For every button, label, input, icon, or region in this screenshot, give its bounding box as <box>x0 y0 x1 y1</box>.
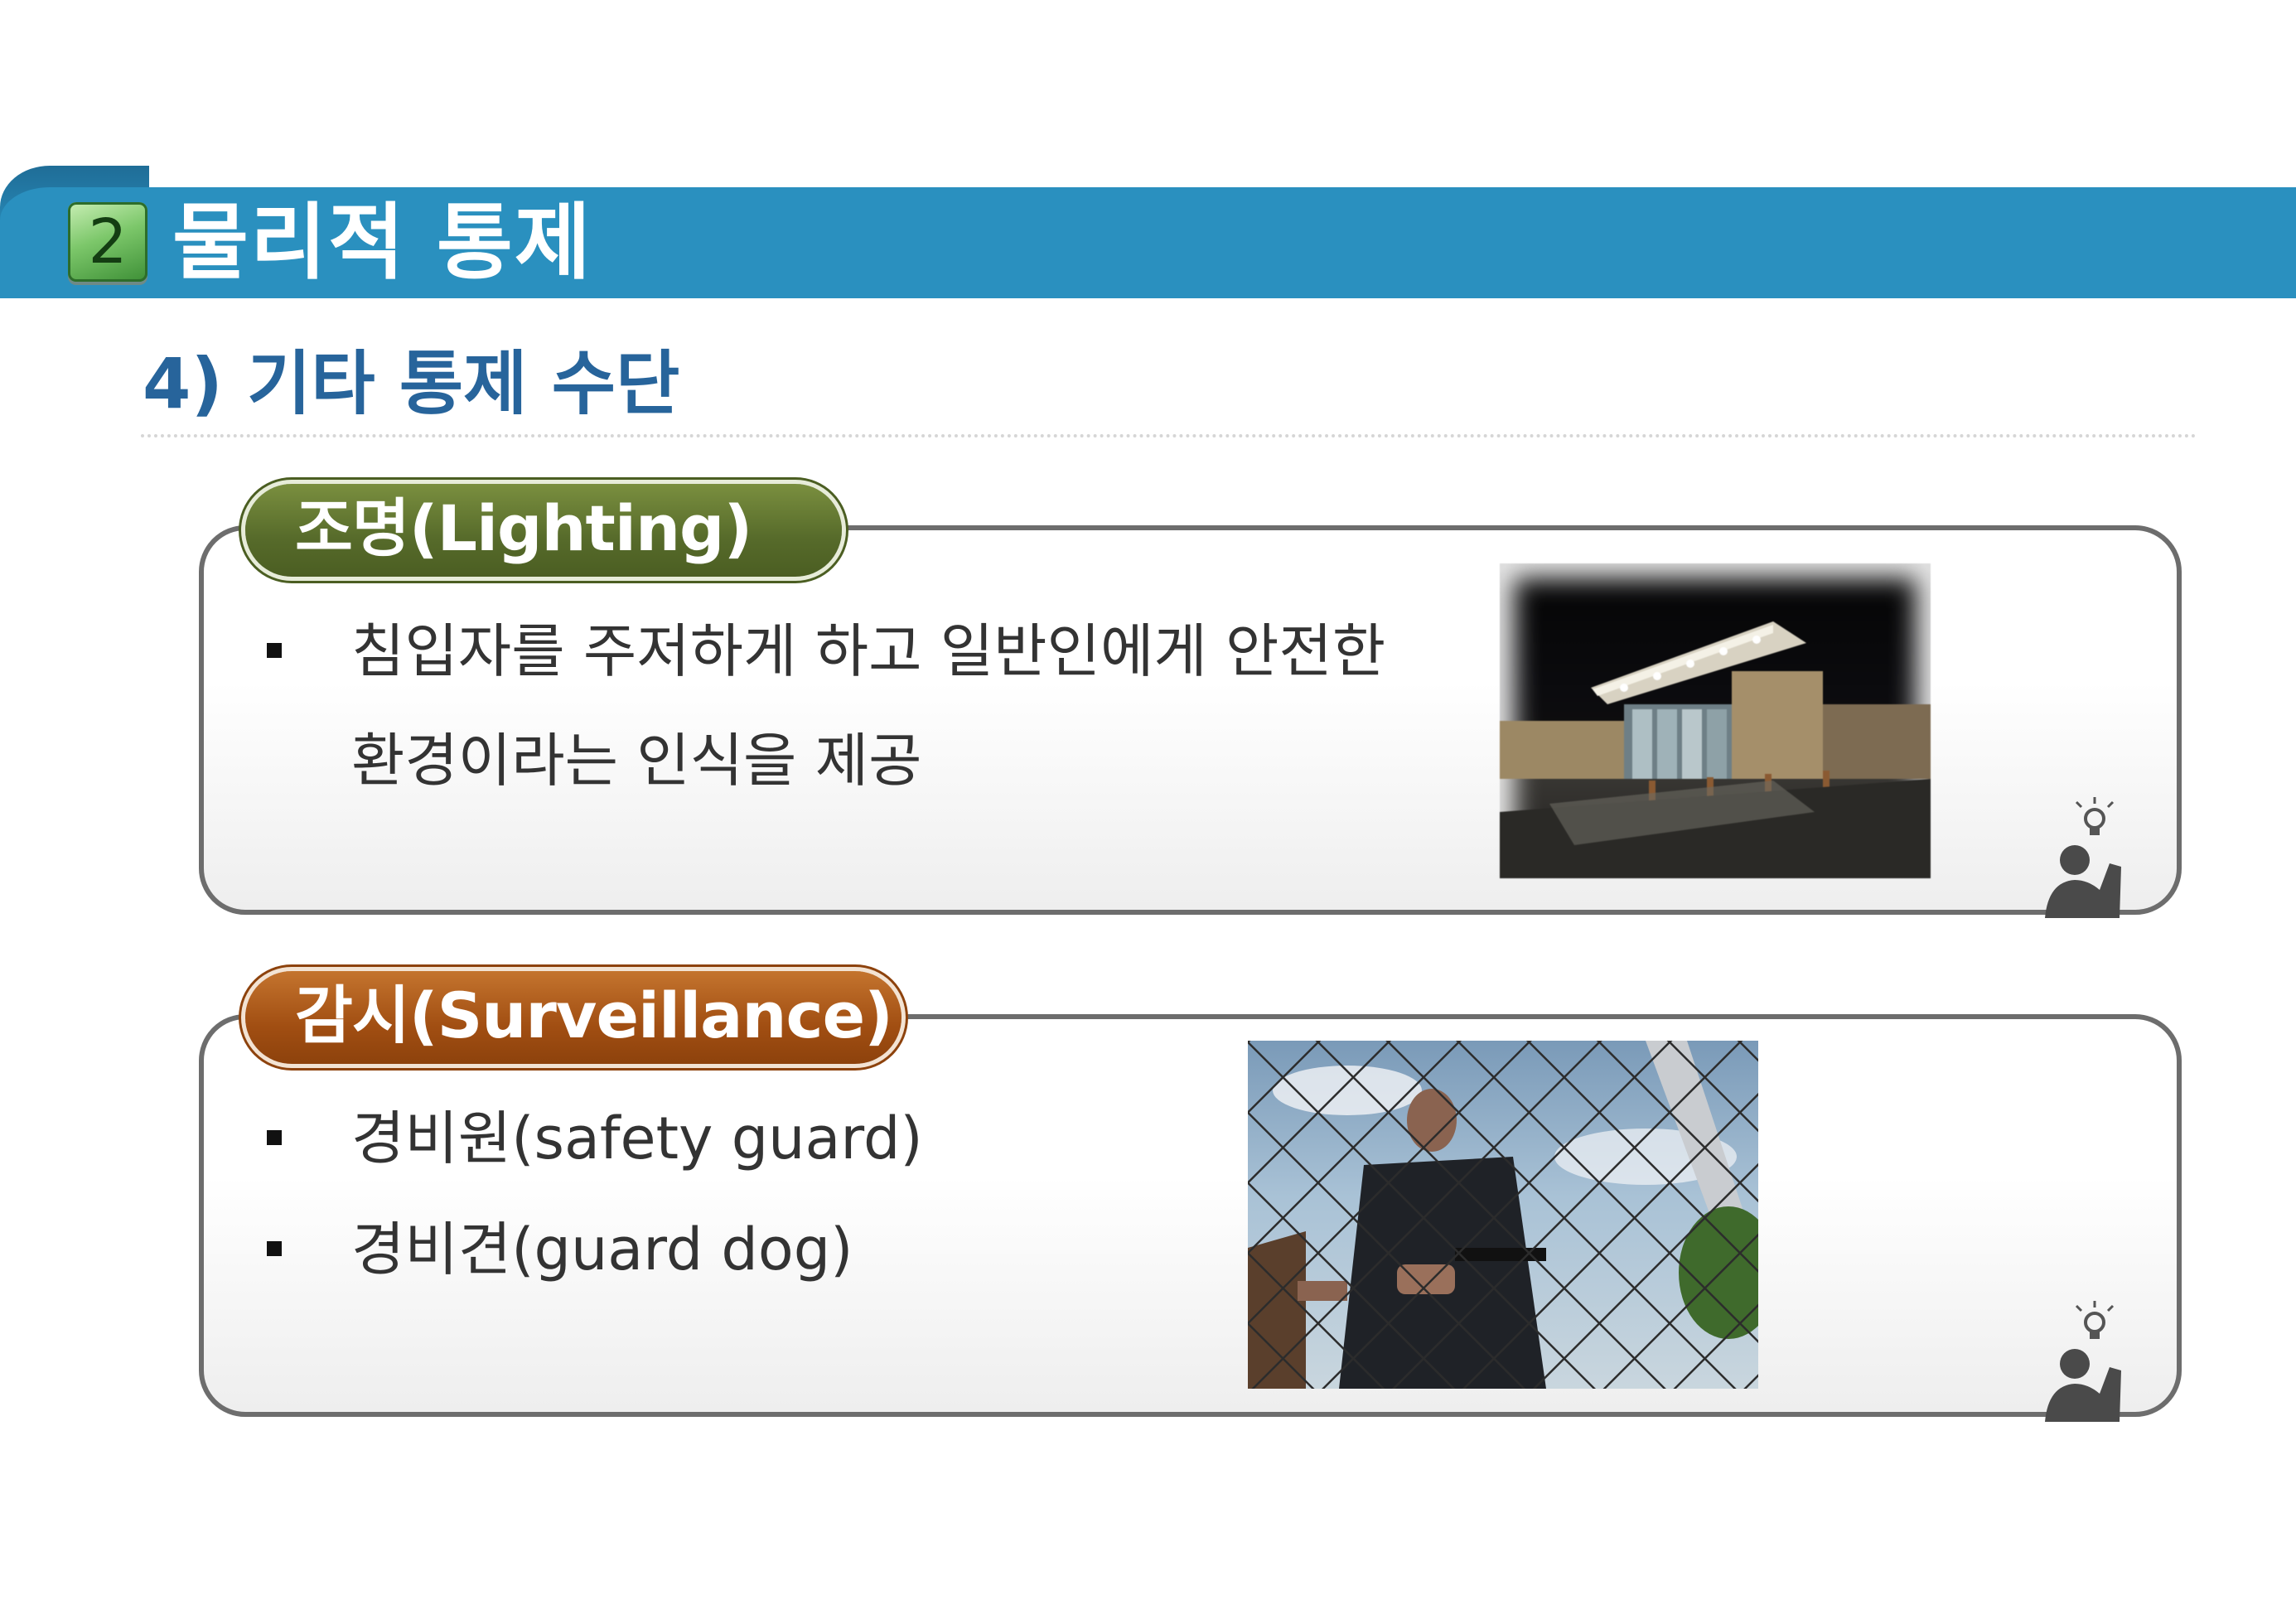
bullet-marker <box>267 1241 282 1256</box>
lightbulb-icon <box>2075 1301 2115 1339</box>
section-title: 물리적 통제 <box>172 194 592 291</box>
surveillance-bullet-guard: 경비원(safety guard) <box>351 1104 923 1172</box>
surveillance-label: 감시(Surveillance) <box>245 971 901 1064</box>
lighting-label: 조명(Lighting) <box>245 484 842 577</box>
lightbulb-icon <box>2075 797 2115 835</box>
lighting-bullet-text-line2: 환경이라는 인식을 제공 <box>351 727 922 795</box>
person-idea-icon <box>2037 794 2136 921</box>
guard-fence-illustration <box>1248 1041 1758 1389</box>
section-number-badge: 2 <box>68 202 147 282</box>
subtitle-divider <box>141 434 2197 437</box>
surveillance-photo <box>1248 1041 1758 1389</box>
bullet-marker <box>267 1130 282 1145</box>
surveillance-bullet-dog: 경비견(guard dog) <box>351 1216 853 1283</box>
bullet-marker <box>267 643 282 658</box>
lighting-bullet-text-line1: 침입자를 주저하게 하고 일반인에게 안전한 <box>351 617 1386 685</box>
lighting-photo <box>1500 563 1931 878</box>
lit-building-illustration <box>1500 621 1931 878</box>
slide-subtitle: 4) 기타 통제 수단 <box>143 343 680 424</box>
person-idea-icon <box>2037 1298 2136 1425</box>
